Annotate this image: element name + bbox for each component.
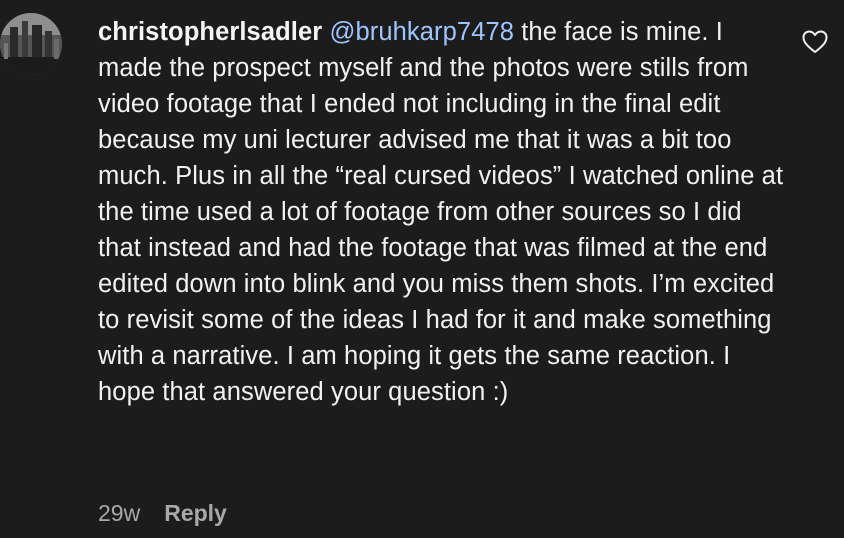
- comment-username[interactable]: christopherlsadler: [98, 18, 322, 46]
- avatar-image: [0, 13, 62, 75]
- like-button[interactable]: [802, 30, 828, 54]
- comment-meta: 29w Reply: [98, 500, 227, 527]
- comment-body: christopherlsadler @bruhkarp7478 the fac…: [98, 14, 788, 410]
- heart-outline-icon: [802, 30, 828, 53]
- comment-timestamp: 29w: [98, 500, 141, 526]
- reply-button[interactable]: Reply: [164, 500, 227, 527]
- comment-mention[interactable]: @bruhkarp7478: [329, 18, 514, 46]
- comment: christopherlsadler @bruhkarp7478 the fac…: [0, 0, 844, 538]
- comment-text: the face is mine. I made the prospect my…: [98, 18, 784, 406]
- avatar[interactable]: [0, 13, 62, 75]
